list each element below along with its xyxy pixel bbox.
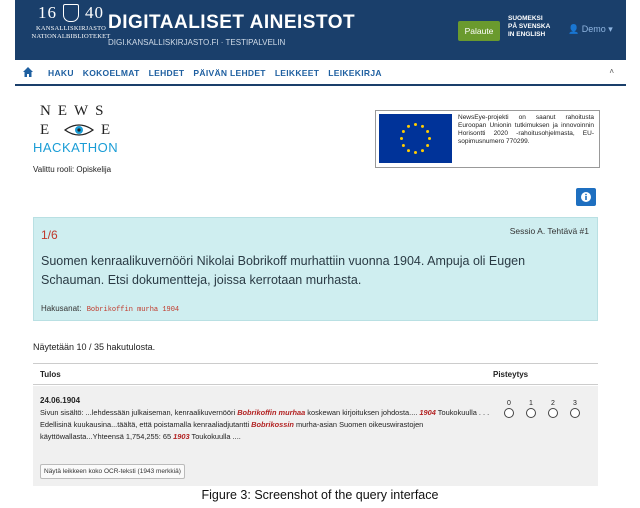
- eu-flag-icon: [379, 114, 452, 163]
- score-option-3[interactable]: 3: [569, 400, 581, 418]
- snippet-text: koskewan kirjoituksen johdosta....: [305, 408, 420, 417]
- snippet-highlight: 1903: [173, 432, 190, 441]
- search-terms-row: Hakusanat: Bobrikoffin murha 1904: [41, 304, 179, 314]
- score-option-2[interactable]: 2: [547, 400, 559, 418]
- eye-icon: [64, 124, 94, 136]
- nav-leikekirja[interactable]: LEIKEKIRJA: [328, 68, 382, 78]
- logo-name-fi: KANSALLISKIRJASTO: [35, 25, 107, 32]
- snippet-highlight: Bobrikossin: [251, 420, 294, 429]
- snippet-text: Toukokuulla ....: [189, 432, 241, 441]
- eu-funding-notice: NewsEye-projekti on saanut rahoitusta Eu…: [375, 110, 600, 168]
- logo-year-left: 16: [38, 3, 57, 22]
- eye-letter-left: E: [40, 122, 50, 138]
- score-option-1[interactable]: 1: [525, 400, 537, 418]
- radio-button[interactable]: [570, 408, 580, 418]
- nav-haku[interactable]: HAKU: [48, 68, 74, 78]
- lang-swedish[interactable]: PÅ SVENSKA: [508, 23, 558, 31]
- radio-button[interactable]: [548, 408, 558, 418]
- info-button[interactable]: [576, 188, 596, 206]
- eu-funding-text: NewsEye-projekti on saanut rahoitusta Eu…: [458, 114, 594, 145]
- user-icon: 👤: [568, 24, 580, 34]
- logo-name-sv: NATIONALBIBLIOTEKET: [31, 33, 111, 40]
- radio-button[interactable]: [526, 408, 536, 418]
- language-selector: SUOMEKSI PÅ SVENSKA IN ENGLISH: [508, 15, 558, 39]
- user-name: Demo: [581, 24, 606, 34]
- search-terms-value: Bobrikoffin murha 1904: [86, 306, 180, 314]
- snippet-text: Sivun sisältö: ...lehdessään julkaiseman…: [40, 408, 238, 417]
- result-count: Näytetään 10 / 35 hakutulosta.: [33, 342, 156, 352]
- home-icon[interactable]: [23, 66, 33, 78]
- result-date: 24.06.1904: [40, 396, 81, 405]
- eye-letter-right: E: [101, 122, 111, 138]
- logo-year-right: 40: [85, 3, 104, 22]
- lang-english[interactable]: IN ENGLISH: [508, 31, 558, 39]
- task-question: Suomen kenraalikuvernööri Nikolai Bobrik…: [41, 254, 526, 287]
- search-terms-label: Hakusanat:: [41, 304, 82, 313]
- lang-finnish[interactable]: SUOMEKSI: [508, 15, 558, 23]
- nav-paivan-lehdet[interactable]: PÄIVÄN LEHDET: [193, 68, 265, 78]
- user-menu[interactable]: 👤 Demo ▾: [568, 24, 613, 35]
- score-radio-group: 0 1 2 3: [503, 400, 583, 430]
- nav-kokoelmat[interactable]: KOKOELMAT: [83, 68, 140, 78]
- results-table-header: Tulos Pisteytys: [33, 363, 598, 385]
- site-title[interactable]: DIGITAALISET AINEISTOT: [108, 12, 355, 34]
- crest-icon: [63, 4, 79, 22]
- column-result: Tulos: [40, 370, 61, 379]
- column-score: Pisteytys: [493, 370, 529, 379]
- snippet-highlight: Bobrikoffin murhaa: [237, 408, 306, 417]
- nav-leikkeet[interactable]: LEIKKEET: [275, 68, 319, 78]
- score-label: 2: [551, 400, 555, 407]
- figure-caption: Figure 3: Screenshot of the query interf…: [201, 488, 439, 502]
- info-icon: [581, 192, 591, 202]
- score-option-0[interactable]: 0: [503, 400, 515, 418]
- show-ocr-button[interactable]: Näytä leikkeen koko OCR-teksti (1943 mer…: [40, 464, 185, 479]
- site-subtitle: DIGI.KANSALLISKIRJASTO.FI · TESTIPALVELI…: [108, 38, 286, 47]
- caret-down-icon: ▾: [608, 24, 613, 34]
- chevron-up-icon[interactable]: ˄: [609, 67, 614, 76]
- session-label: Sessio A. Tehtävä #1: [509, 226, 589, 236]
- score-label: 1: [529, 400, 533, 407]
- snippet-highlight: 1904: [419, 408, 436, 417]
- task-number: 1/6: [41, 228, 58, 242]
- result-snippet: Sivun sisältö: ...lehdessään julkaiseman…: [40, 407, 492, 443]
- selected-role: Valittu rooli: Opiskelija: [33, 165, 112, 174]
- score-label: 0: [507, 400, 511, 407]
- feedback-button[interactable]: Palaute: [458, 21, 500, 41]
- table-row: 24.06.1904 Sivun sisältö: ...lehdessään …: [33, 386, 598, 486]
- radio-button[interactable]: [504, 408, 514, 418]
- newseye-eye-row: E E: [40, 122, 116, 138]
- main-nav: HAKU KOKOELMAT LEHDET PÄIVÄN LEHDET LEIK…: [15, 63, 626, 86]
- newseye-logo-news: NEWS: [40, 103, 111, 119]
- hackathon-label: HACKATHON: [33, 140, 119, 155]
- library-logo[interactable]: 16 40 KANSALLISKIRJASTO NATIONALBIBLIOTE…: [25, 4, 117, 54]
- score-label: 3: [573, 400, 577, 407]
- top-header: 16 40 KANSALLISKIRJASTO NATIONALBIBLIOTE…: [15, 0, 626, 60]
- nav-lehdet[interactable]: LEHDET: [149, 68, 185, 78]
- task-panel: 1/6 Sessio A. Tehtävä #1 Suomen kenraali…: [33, 217, 598, 321]
